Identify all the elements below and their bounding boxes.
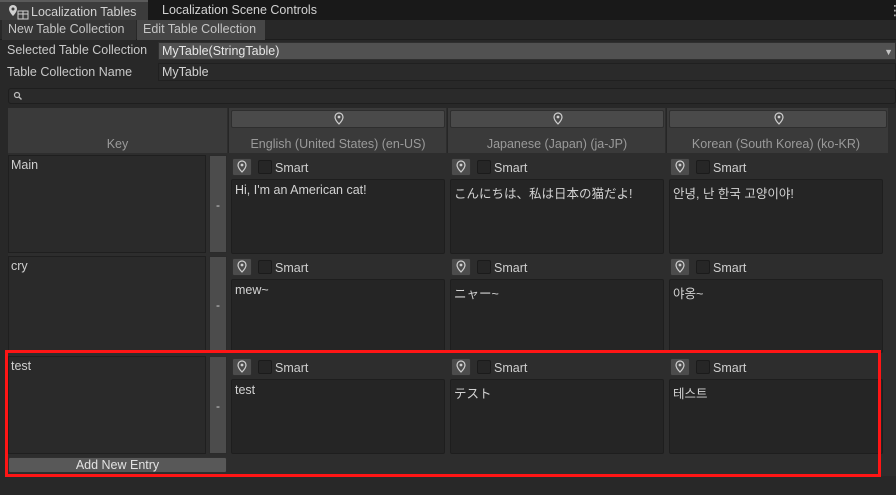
column-header-ja-jp: Japanese (Japan) (ja-JP) xyxy=(447,108,665,153)
tab-localization-tables[interactable]: Localization Tables xyxy=(0,0,148,20)
metadata-button[interactable] xyxy=(232,158,252,176)
smart-label: Smart xyxy=(275,161,309,175)
translation-textarea[interactable]: ニャー~ xyxy=(450,279,664,353)
remove-entry-button[interactable]: - xyxy=(209,155,227,253)
smart-checkbox[interactable] xyxy=(258,260,272,274)
entry-key-text: Main xyxy=(11,158,39,172)
column-header-en-us: English (United States) (en-US) xyxy=(228,108,446,153)
table-collection-name-field[interactable]: MyTable xyxy=(158,63,896,81)
new-table-collection-button[interactable]: New Table Collection xyxy=(2,20,136,40)
table-cell: Smart 안녕, 난 한국 고양이야! xyxy=(669,157,883,254)
table-cell: Smart 야옹~ xyxy=(669,257,883,353)
search-icon xyxy=(13,90,23,104)
column-label: Japanese (Japan) (ja-JP) xyxy=(486,137,628,151)
translation-textarea[interactable]: こんにちは、私は日本の猫だよ! xyxy=(450,179,664,254)
metadata-button[interactable] xyxy=(451,158,471,176)
more-options-icon[interactable]: ⋮ xyxy=(888,2,896,18)
smart-label: Smart xyxy=(494,261,528,275)
table-cell: Smart こんにちは、私は日本の猫だよ! xyxy=(450,157,664,254)
remove-entry-button[interactable]: - xyxy=(209,256,227,352)
metadata-button[interactable] xyxy=(670,258,690,276)
smart-label: Smart xyxy=(275,261,309,275)
bottom-bar xyxy=(0,478,896,495)
tab-label: Localization Tables xyxy=(31,5,137,19)
metadata-icon xyxy=(675,160,685,173)
translation-textarea[interactable]: mew~ xyxy=(231,279,445,353)
search-field[interactable] xyxy=(8,88,896,104)
smart-checkbox[interactable] xyxy=(258,160,272,174)
entry-key-field[interactable]: Main xyxy=(8,155,206,253)
highlight-box xyxy=(5,350,881,477)
tab-localization-scene-controls[interactable]: Localization Scene Controls xyxy=(154,0,354,20)
metadata-button[interactable] xyxy=(451,258,471,276)
entry-key-field[interactable]: cry xyxy=(8,256,206,352)
smart-checkbox[interactable] xyxy=(477,160,491,174)
locale-icon xyxy=(774,112,784,125)
metadata-icon xyxy=(237,260,247,273)
translation-textarea[interactable]: 안녕, 난 한국 고양이야! xyxy=(669,179,883,254)
selected-table-collection-label: Selected Table Collection xyxy=(7,43,148,57)
metadata-icon xyxy=(675,260,685,273)
table-cell: Smart mew~ xyxy=(231,257,445,353)
dropdown-value: MyTable(StringTable) xyxy=(162,44,280,58)
locale-icon xyxy=(334,112,344,125)
column-label: English (United States) (en-US) xyxy=(250,137,426,151)
locale-options-button[interactable] xyxy=(231,110,445,128)
tab-label: Localization Scene Controls xyxy=(162,3,317,17)
table-cell: Smart ニャー~ xyxy=(450,257,664,353)
metadata-icon xyxy=(456,160,466,173)
column-label: Korean (South Korea) (ko-KR) xyxy=(691,137,861,151)
smart-checkbox[interactable] xyxy=(477,260,491,274)
key-column-header: Key xyxy=(8,108,227,153)
metadata-button[interactable] xyxy=(232,258,252,276)
metadata-icon xyxy=(456,260,466,273)
metadata-button[interactable] xyxy=(670,158,690,176)
key-header-label: Key xyxy=(106,137,129,151)
smart-checkbox[interactable] xyxy=(696,260,710,274)
locale-options-button[interactable] xyxy=(669,110,887,128)
translation-textarea[interactable]: 야옹~ xyxy=(669,279,883,353)
smart-checkbox[interactable] xyxy=(696,160,710,174)
entry-key-text: cry xyxy=(11,259,28,273)
table-collection-name-label: Table Collection Name xyxy=(7,65,133,79)
translation-textarea[interactable]: Hi, I'm an American cat! xyxy=(231,179,445,254)
smart-label: Smart xyxy=(713,161,747,175)
column-header-ko-kr: Korean (South Korea) (ko-KR) xyxy=(666,108,888,153)
locale-options-button[interactable] xyxy=(450,110,664,128)
table-cell: Smart Hi, I'm an American cat! xyxy=(231,157,445,254)
metadata-icon xyxy=(237,160,247,173)
edit-table-collection-button[interactable]: Edit Table Collection xyxy=(137,20,265,40)
locale-icon xyxy=(553,112,563,125)
selected-table-collection-dropdown[interactable]: MyTable(StringTable) ▼ xyxy=(158,42,896,60)
dropdown-arrow-icon: ▼ xyxy=(884,47,893,57)
smart-label: Smart xyxy=(494,161,528,175)
smart-label: Smart xyxy=(713,261,747,275)
